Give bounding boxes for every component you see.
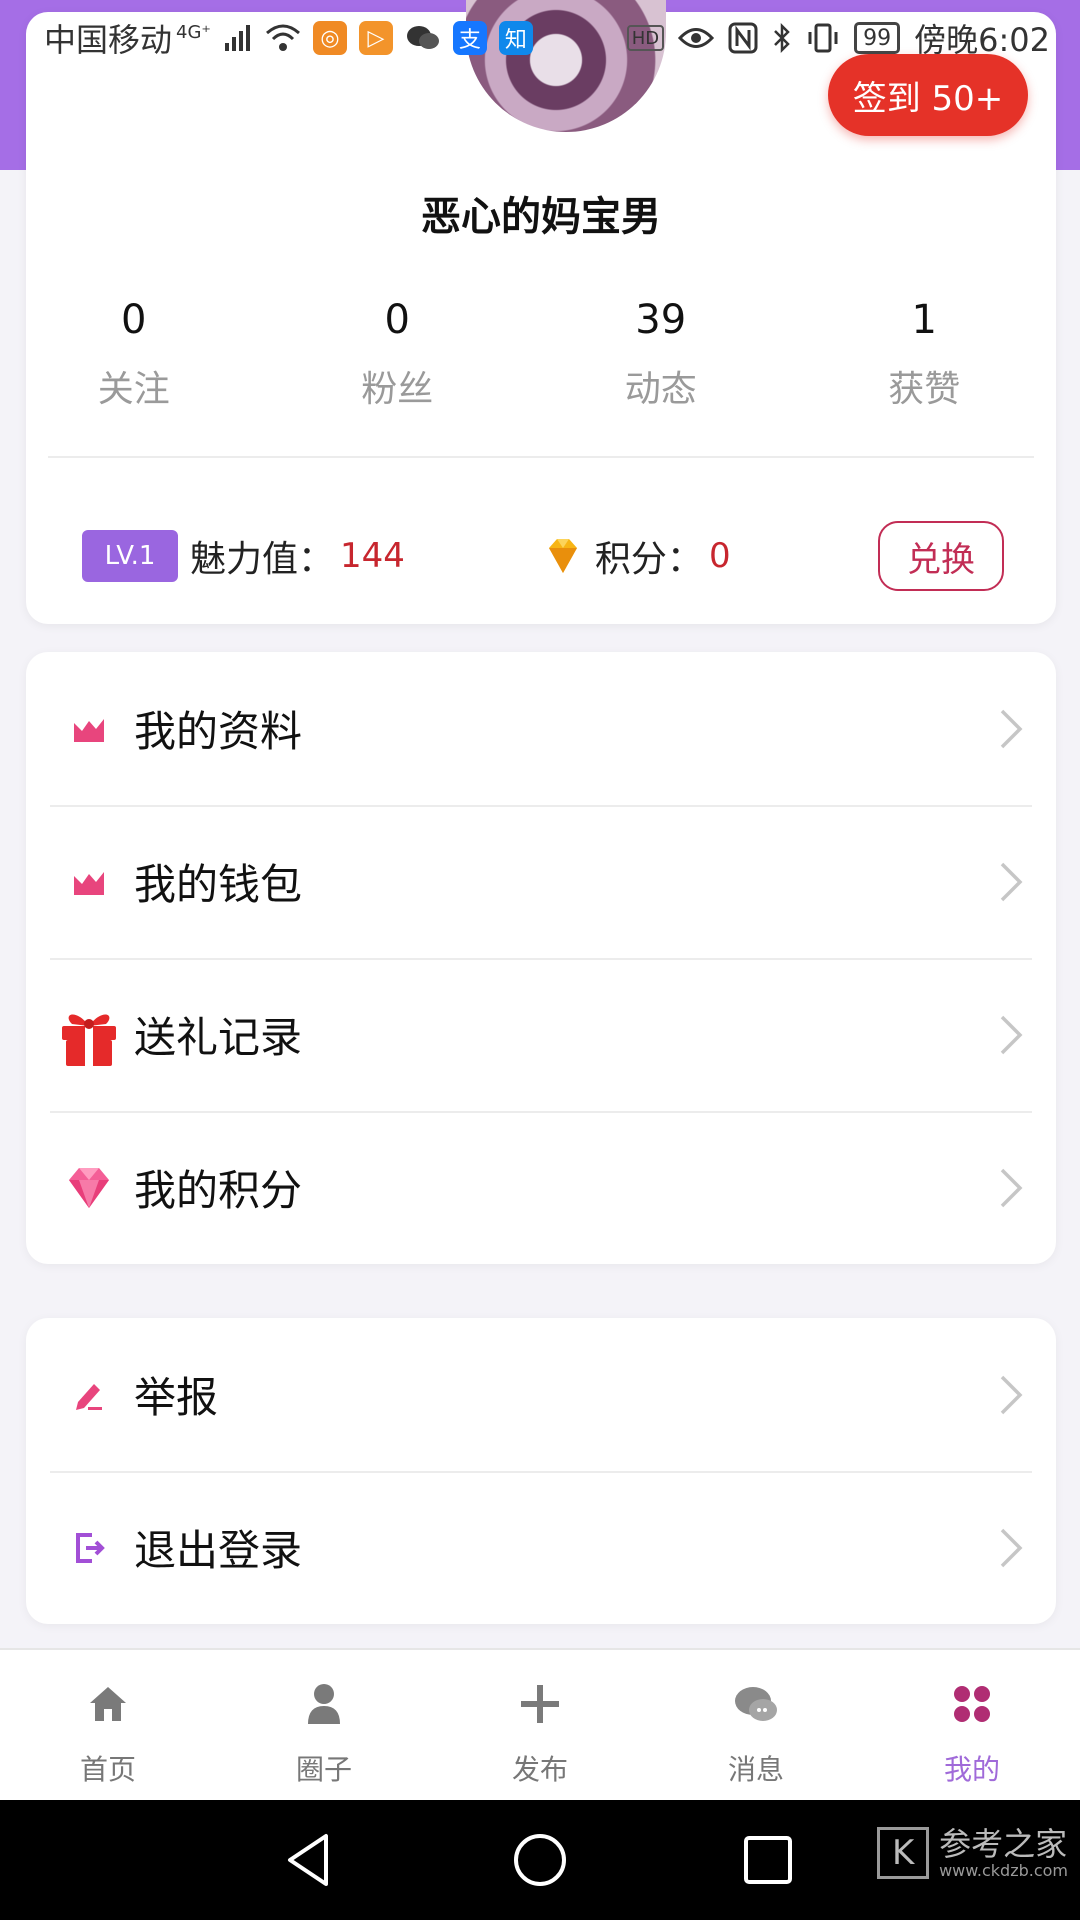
- stat-value: 0: [384, 297, 410, 343]
- exchange-button[interactable]: 兑换: [878, 521, 1004, 591]
- stat-label: 动态: [624, 369, 697, 410]
- diamond-icon: [545, 536, 581, 576]
- menu-item-wallet[interactable]: 我的钱包: [26, 805, 1056, 958]
- menu-label: 举报: [134, 1373, 219, 1422]
- system-navigation-bar: K 参考之家 www.ckdzb.com: [0, 1800, 1080, 1920]
- menu-item-points[interactable]: 我的积分: [26, 1111, 1056, 1264]
- stat-label: 关注: [97, 369, 170, 410]
- menu-label: 我的积分: [134, 1166, 303, 1215]
- chevron-right-icon: [998, 1526, 1024, 1570]
- divider: [48, 456, 1034, 458]
- uc-app-icon: ◎: [312, 21, 347, 55]
- grid-icon: [948, 1680, 996, 1728]
- stat-value: 39: [635, 297, 687, 343]
- wifi-icon: [265, 20, 301, 56]
- tab-label: 消息: [727, 1753, 784, 1786]
- tab-label: 我的: [943, 1753, 1000, 1786]
- back-icon[interactable]: [278, 1828, 342, 1892]
- tab-circle[interactable]: 圈子: [216, 1650, 432, 1800]
- watermark-logo-icon: K: [877, 1827, 930, 1879]
- video-app-icon: ▷: [358, 21, 393, 55]
- stat-value: 0: [121, 297, 147, 343]
- hd-icon: HD: [626, 25, 665, 51]
- menu-label: 送礼记录: [134, 1013, 303, 1062]
- stat-posts[interactable]: 39 动态: [529, 292, 793, 412]
- recents-icon[interactable]: [736, 1828, 800, 1892]
- carrier-label: 中国移动: [44, 21, 173, 59]
- tab-messages[interactable]: 消息: [648, 1650, 864, 1800]
- signal-icon: [223, 20, 253, 56]
- tab-publish[interactable]: 发布: [432, 1650, 648, 1800]
- chevron-right-icon: [998, 1166, 1024, 1210]
- points-value: 0: [708, 536, 731, 576]
- plus-icon: [516, 1680, 564, 1728]
- menu-item-logout[interactable]: 退出登录: [26, 1471, 1056, 1624]
- logout-icon: [54, 1513, 124, 1583]
- status-bar: 中国移动 4G⁺ ◎ ▷ 支 知 HD 99 傍晚6:02: [0, 0, 1080, 76]
- points-label: 积分：: [594, 539, 703, 580]
- profile-card: 签到 50+ 恶心的妈宝男 0 关注 0 粉丝 39 动态 1 获赞 LV.1 …: [26, 0, 1056, 624]
- chevron-right-icon: [998, 1373, 1024, 1417]
- chart-icon: [54, 694, 124, 764]
- level-badge: LV.1: [82, 530, 178, 582]
- stat-following[interactable]: 0 关注: [2, 292, 266, 412]
- vibrate-icon: [806, 20, 840, 56]
- home-circle-icon[interactable]: [508, 1828, 572, 1892]
- zhihu-icon: 知: [498, 21, 533, 55]
- menu-label: 我的资料: [134, 707, 303, 756]
- user-icon: [300, 1680, 348, 1728]
- watermark-url: www.ckdzb.com: [939, 1861, 1068, 1880]
- charm-value: 144: [340, 536, 405, 576]
- menu-label: 我的钱包: [134, 860, 303, 909]
- bottom-tab-bar: 首页 圈子 发布 消息 我的: [0, 1648, 1080, 1800]
- username: 恶心的妈宝男: [421, 194, 661, 240]
- stat-label: 粉丝: [361, 369, 434, 410]
- tab-label: 圈子: [295, 1753, 352, 1786]
- tab-label: 发布: [511, 1753, 568, 1786]
- menu-item-report[interactable]: 举报: [26, 1318, 1056, 1471]
- nfc-icon: [728, 20, 758, 56]
- chart-icon: [54, 847, 124, 917]
- tab-mine[interactable]: 我的: [864, 1650, 1080, 1800]
- menu-item-gift-records[interactable]: 送礼记录: [26, 958, 1056, 1111]
- stat-followers[interactable]: 0 粉丝: [266, 292, 530, 412]
- chevron-right-icon: [998, 860, 1024, 904]
- tab-label: 首页: [79, 1753, 136, 1786]
- diamond-icon: [54, 1153, 124, 1223]
- stat-value: 1: [911, 297, 937, 343]
- menu-item-profile[interactable]: 我的资料: [26, 652, 1056, 805]
- watermark-title: 参考之家: [939, 1825, 1068, 1863]
- charm-label: 魅力值：: [190, 539, 335, 580]
- watermark: K 参考之家 www.ckdzb.com: [877, 1826, 1068, 1880]
- wechat-icon: [405, 20, 441, 56]
- clock-label: 傍晚6:02: [914, 21, 1050, 59]
- stat-label: 获赞: [888, 369, 961, 410]
- home-icon: [84, 1680, 132, 1728]
- tab-home[interactable]: 首页: [0, 1650, 216, 1800]
- menu-label: 退出登录: [134, 1526, 303, 1575]
- chevron-right-icon: [998, 1013, 1024, 1057]
- level-row: LV.1 魅力值： 144 积分： 0 兑换: [82, 518, 1004, 594]
- stats-row: 0 关注 0 粉丝 39 动态 1 获赞: [26, 292, 1056, 412]
- chevron-right-icon: [998, 707, 1024, 751]
- bluetooth-icon: [772, 20, 792, 56]
- main-menu-card: 我的资料 我的钱包 送礼记录 我的积分: [26, 652, 1056, 1264]
- chat-icon: [732, 1680, 780, 1728]
- gift-icon: [54, 1000, 124, 1070]
- stat-likes[interactable]: 1 获赞: [793, 292, 1057, 412]
- edit-icon: [54, 1360, 124, 1430]
- eye-comfort-icon: [678, 20, 715, 56]
- secondary-menu-card: 举报 退出登录: [26, 1318, 1056, 1624]
- network-label: 4G⁺: [176, 21, 211, 43]
- battery-indicator: 99: [854, 22, 901, 54]
- alipay-icon: 支: [452, 21, 487, 55]
